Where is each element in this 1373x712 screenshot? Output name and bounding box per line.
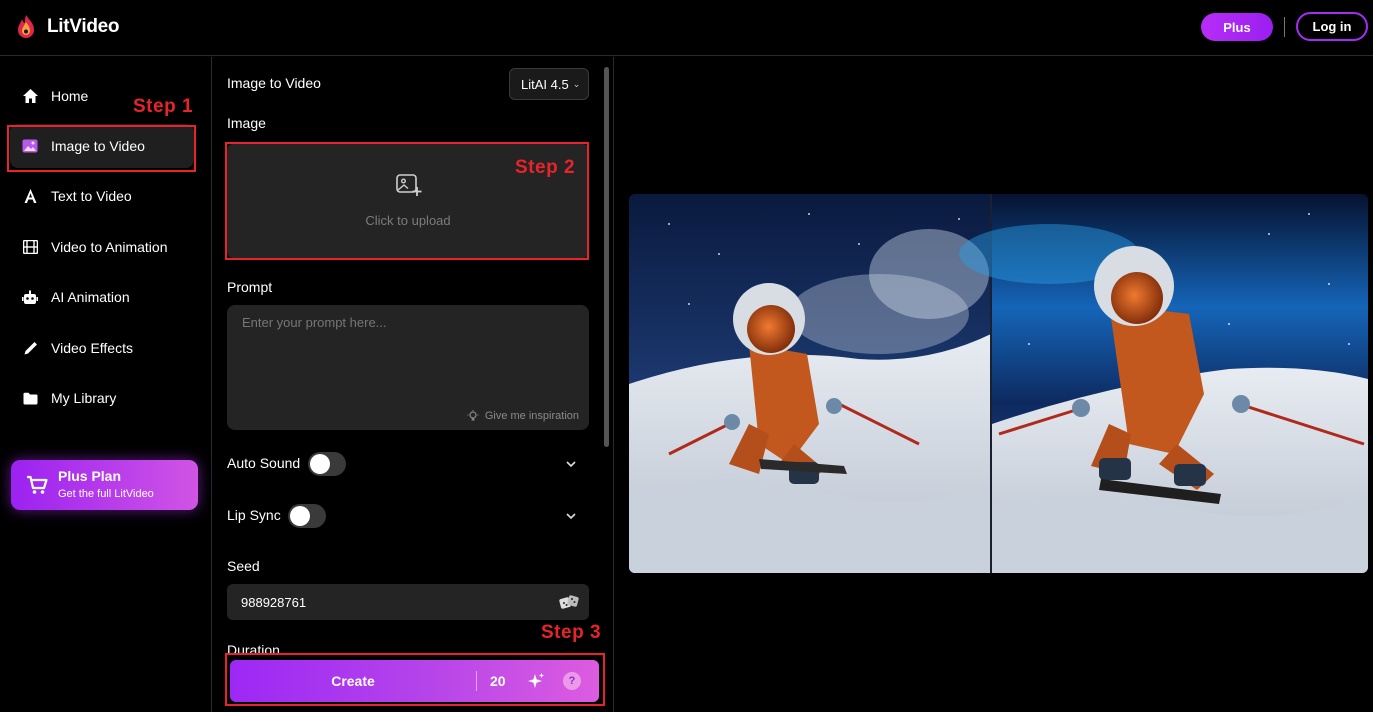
sidebar-item-my-library[interactable]: My Library	[10, 376, 194, 420]
cart-icon	[27, 475, 48, 494]
top-bar: LitVideo Plus Log in	[0, 0, 1373, 56]
panel-title: Image to Video	[227, 75, 321, 91]
plus-plan-card[interactable]: Plus Plan Get the full LitVideo	[11, 460, 198, 510]
seed-input[interactable]: 988928761	[227, 584, 589, 620]
step3-highlight	[225, 653, 605, 706]
app-name[interactable]: LitVideo	[47, 16, 120, 38]
plus-plan-subtitle: Get the full LitVideo	[58, 488, 154, 500]
toggle-knob	[310, 454, 330, 474]
sidebar-item-video-to-animation[interactable]: Video to Animation	[10, 225, 194, 269]
sidebar-item-label: AI Animation	[51, 289, 130, 305]
seed-value: 988928761	[241, 594, 307, 610]
step2-label: Step 2	[515, 157, 576, 178]
plus-button[interactable]: Plus	[1201, 13, 1273, 41]
sidebar-item-text-to-video[interactable]: Text to Video	[10, 174, 194, 218]
sidebar-item-label: Text to Video	[51, 188, 132, 204]
robot-icon	[21, 288, 39, 306]
chevron-down-icon: ⌄	[572, 78, 581, 89]
sidebar-item-label: Video Effects	[51, 340, 133, 356]
sidebar-item-label: Home	[51, 88, 89, 104]
text-icon	[21, 187, 39, 205]
chevron-down-icon[interactable]	[564, 511, 578, 521]
pen-icon	[21, 339, 39, 357]
logo-icon[interactable]	[14, 14, 38, 40]
model-select-value: LitAI 4.5	[521, 76, 569, 92]
film-icon	[21, 238, 39, 256]
inspiration-label: Give me inspiration	[484, 410, 579, 422]
toggle-knob	[290, 506, 310, 526]
auto-sound-toggle[interactable]	[308, 452, 346, 476]
lip-sync-toggle[interactable]	[288, 504, 326, 528]
prompt-placeholder: Enter your prompt here...	[242, 315, 387, 330]
step3-label: Step 3	[541, 622, 602, 643]
inspiration-button[interactable]: Give me inspiration	[467, 410, 579, 422]
login-button[interactable]: Log in	[1296, 12, 1368, 41]
lip-sync-label: Lip Sync	[227, 507, 281, 523]
chevron-down-icon[interactable]	[564, 459, 578, 469]
panel-scrollbar[interactable]	[604, 67, 609, 447]
dice-icon[interactable]	[559, 593, 579, 611]
plus-plan-title: Plus Plan	[58, 468, 122, 484]
sidebar-item-label: Video to Animation	[51, 239, 168, 255]
home-icon	[21, 87, 39, 105]
header-divider	[1284, 17, 1285, 37]
prompt-input[interactable]: Enter your prompt here... Give me inspir…	[227, 305, 589, 430]
astronaut-snowboard-illustration	[629, 194, 1368, 573]
sidebar-item-ai-animation[interactable]: AI Animation	[10, 275, 194, 319]
preview-image	[629, 194, 1368, 573]
sidebar-item-label: My Library	[51, 390, 117, 406]
prompt-label: Prompt	[227, 279, 273, 295]
lightbulb-icon	[467, 410, 479, 421]
step1-label: Step 1	[133, 96, 194, 117]
seed-label: Seed	[227, 558, 260, 574]
auto-sound-label: Auto Sound	[227, 455, 301, 471]
folder-icon	[21, 389, 39, 407]
model-select[interactable]: LitAI 4.5 ⌄	[509, 68, 589, 100]
image-label: Image	[227, 115, 266, 131]
sidebar-item-video-effects[interactable]: Video Effects	[10, 326, 194, 370]
step1-highlight	[7, 125, 196, 172]
